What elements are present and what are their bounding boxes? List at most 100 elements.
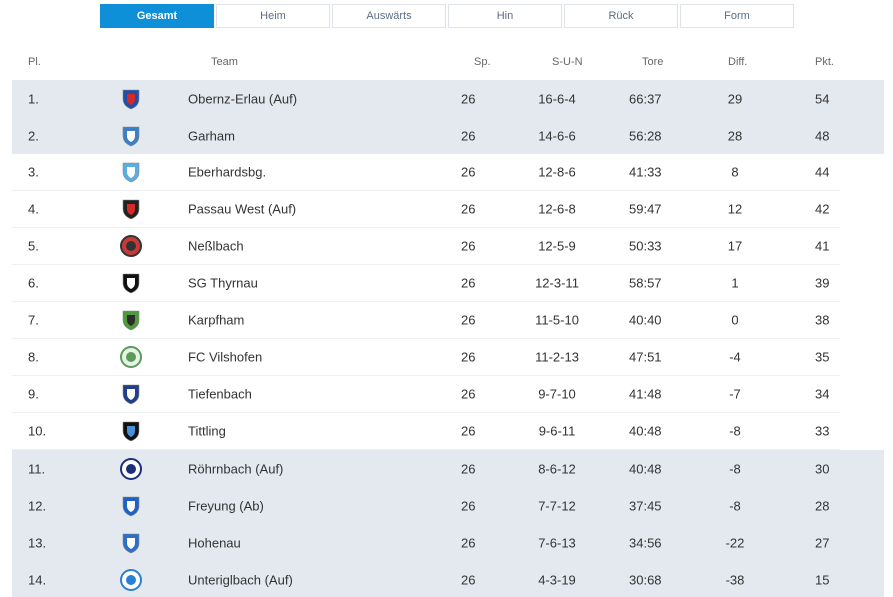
win-draw-loss-cell: 12-8-6 (538, 164, 576, 180)
team-name-link[interactable]: Unteriglbach (Auf) (188, 572, 293, 587)
club-logo-icon[interactable] (120, 161, 142, 183)
points-cell: 44 (815, 164, 830, 180)
club-logo-icon[interactable] (120, 309, 142, 331)
win-draw-loss-cell: 4-3-19 (538, 572, 576, 587)
goal-difference-cell: 29 (727, 91, 743, 106)
win-draw-loss-cell: 9-7-10 (538, 386, 576, 402)
table-row[interactable]: 9. Tiefenbach 26 9-7-10 41:48 -7 34 (12, 376, 840, 413)
tab-hin[interactable]: Hin (448, 4, 562, 28)
goals-cell: 56:28 (629, 128, 662, 143)
club-logo-icon[interactable] (120, 383, 142, 405)
header-pl: Pl. (28, 56, 41, 68)
table-row[interactable]: 6. SG Thyrnau 26 12-3-11 58:57 1 39 (12, 265, 840, 302)
club-logo-icon[interactable] (120, 457, 142, 480)
club-logo-icon[interactable] (120, 346, 142, 368)
table-row[interactable]: 13. Hohenau 26 7-6-13 34:56 -22 27 (12, 524, 884, 561)
position-cell: 1. (28, 91, 39, 106)
team-name-link[interactable]: Karpfham (188, 313, 244, 328)
standings-table: 1. Obernz-Erlau (Auf) 26 16-6-4 66:37 29 54 2. G… (12, 80, 884, 597)
games-played-cell: 26 (461, 349, 476, 365)
goal-difference-cell: -4 (729, 349, 741, 365)
games-played-cell: 26 (461, 275, 476, 291)
points-cell: 27 (815, 535, 830, 550)
table-row[interactable]: 10. Tittling 26 9-6-11 40:48 -8 33 (12, 413, 840, 450)
win-draw-loss-cell: 12-6-8 (538, 201, 576, 217)
win-draw-loss-cell: 12-3-11 (535, 275, 579, 291)
tab-gesamt[interactable]: Gesamt (100, 4, 214, 28)
tab-heim[interactable]: Heim (216, 4, 330, 28)
goals-cell: 41:48 (629, 386, 662, 402)
header-sp: Sp. (474, 56, 491, 68)
position-cell: 5. (28, 238, 39, 254)
table-row[interactable]: 1. Obernz-Erlau (Auf) 26 16-6-4 66:37 29 54 (12, 80, 884, 117)
goals-cell: 37:45 (629, 498, 662, 513)
goal-difference-cell: -8 (729, 461, 741, 476)
team-name-link[interactable]: Obernz-Erlau (Auf) (188, 91, 297, 106)
position-cell: 13. (28, 535, 47, 550)
header-tore: Tore (642, 56, 664, 68)
win-draw-loss-cell: 9-6-11 (538, 423, 576, 439)
team-name-link[interactable]: Röhrnbach (Auf) (188, 461, 283, 476)
club-logo-icon[interactable] (120, 235, 142, 257)
club-logo-icon[interactable] (120, 568, 142, 591)
table-row[interactable]: 2. Garham 26 14-6-6 56:28 28 48 (12, 117, 884, 154)
table-row[interactable]: 4. Passau West (Auf) 26 12-6-8 59:47 12 42 (12, 191, 840, 228)
position-cell: 4. (28, 201, 39, 217)
team-name-link[interactable]: Tittling (188, 424, 226, 439)
win-draw-loss-cell: 7-7-12 (538, 498, 576, 513)
team-name-link[interactable]: Neßlbach (188, 239, 244, 254)
goal-difference-cell: 0 (731, 312, 739, 328)
position-cell: 7. (28, 312, 39, 328)
games-played-cell: 26 (461, 91, 476, 106)
games-played-cell: 26 (461, 312, 476, 328)
goal-difference-cell: -22 (725, 535, 745, 550)
table-row[interactable]: 5. Neßlbach 26 12-5-9 50:33 17 41 (12, 228, 840, 265)
win-draw-loss-cell: 12-5-9 (538, 238, 576, 254)
tab-form[interactable]: Form (680, 4, 794, 28)
team-name-link[interactable]: Eberhardsbg. (188, 165, 266, 180)
goals-cell: 40:48 (629, 461, 662, 476)
position-cell: 6. (28, 275, 39, 291)
table-row[interactable]: 8. FC Vilshofen 26 11-2-13 47:51 -4 35 (12, 339, 840, 376)
tab-auswaerts[interactable]: Auswärts (332, 4, 446, 28)
tab-rueck[interactable]: Rück (564, 4, 678, 28)
table-header: Pl. Team Sp. S-U-N Tore Diff. Pkt. (12, 56, 884, 72)
goals-cell: 30:68 (629, 572, 662, 587)
club-logo-icon[interactable] (120, 272, 142, 294)
club-logo-icon[interactable] (120, 495, 142, 517)
table-row[interactable]: 14. Unteriglbach (Auf) 26 4-3-19 30:68 -38 15 (12, 561, 884, 597)
team-name-link[interactable]: SG Thyrnau (188, 276, 258, 291)
team-name-link[interactable]: Tiefenbach (188, 387, 252, 402)
games-played-cell: 26 (461, 423, 476, 439)
goals-cell: 50:33 (629, 238, 662, 254)
games-played-cell: 26 (461, 498, 476, 513)
win-draw-loss-cell: 11-2-13 (535, 349, 579, 365)
club-logo-icon[interactable] (120, 532, 142, 554)
team-name-link[interactable]: Hohenau (188, 535, 241, 550)
header-diff: Diff. (728, 56, 748, 68)
position-cell: 9. (28, 386, 39, 402)
goals-cell: 59:47 (629, 201, 662, 217)
team-name-link[interactable]: Garham (188, 128, 235, 143)
points-cell: 54 (815, 91, 830, 106)
team-name-link[interactable]: Freyung (Ab) (188, 498, 264, 513)
goals-cell: 47:51 (629, 349, 662, 365)
table-row[interactable]: 3. Eberhardsbg. 26 12-8-6 41:33 8 44 (12, 154, 840, 191)
win-draw-loss-cell: 8-6-12 (538, 461, 576, 476)
goal-difference-cell: 17 (727, 238, 743, 254)
goals-cell: 58:57 (629, 275, 662, 291)
table-row[interactable]: 11. Röhrnbach (Auf) 26 8-6-12 40:48 -8 30 (12, 450, 884, 487)
win-draw-loss-cell: 11-5-10 (535, 312, 579, 328)
club-logo-icon[interactable] (120, 198, 142, 220)
games-played-cell: 26 (461, 128, 476, 143)
club-logo-icon[interactable] (120, 88, 142, 110)
table-row[interactable]: 7. Karpfham 26 11-5-10 40:40 0 38 (12, 302, 840, 339)
table-row[interactable]: 12. Freyung (Ab) 26 7-7-12 37:45 -8 28 (12, 487, 884, 524)
points-cell: 39 (815, 275, 830, 291)
club-logo-icon[interactable] (120, 125, 142, 147)
position-cell: 3. (28, 164, 39, 180)
header-pkt: Pkt. (815, 56, 834, 68)
team-name-link[interactable]: Passau West (Auf) (188, 202, 296, 217)
club-logo-icon[interactable] (120, 420, 142, 442)
team-name-link[interactable]: FC Vilshofen (188, 350, 262, 365)
